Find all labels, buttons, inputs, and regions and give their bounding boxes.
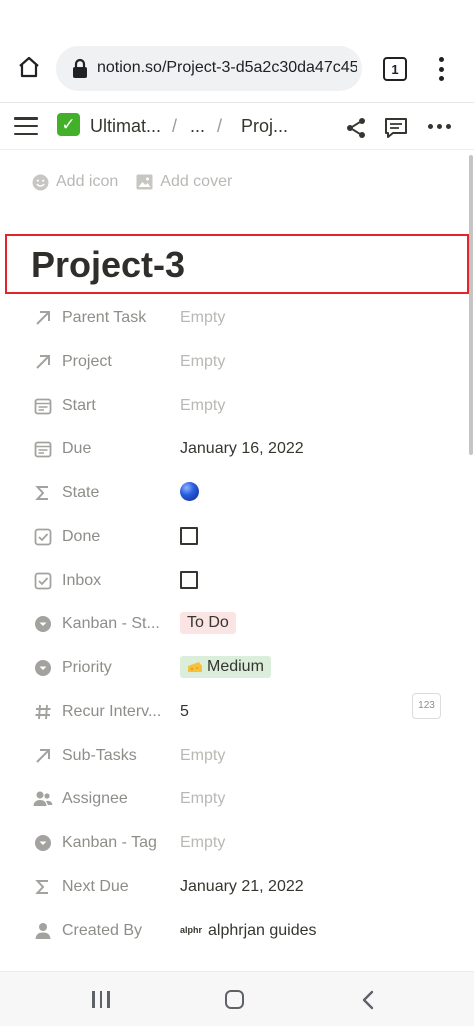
- property-value[interactable]: Empty: [180, 747, 225, 765]
- cheese-icon: [187, 660, 203, 674]
- property-label[interactable]: Due: [62, 440, 164, 458]
- page-content: Add icon Add cover Project-3 Parent Task…: [0, 151, 474, 971]
- more-horiz-icon[interactable]: [428, 124, 451, 129]
- property-label[interactable]: Kanban - St...: [62, 615, 164, 633]
- notion-topbar: ✓ Ultimat... / ... / Proj...: [0, 104, 474, 150]
- property-checkbox[interactable]: [180, 570, 198, 589]
- add-icon-label: Add icon: [56, 173, 119, 190]
- breadcrumb-ellipsis[interactable]: ...: [190, 116, 205, 137]
- more-vert-icon[interactable]: [428, 54, 454, 84]
- property-row[interactable]: Next Due January 21, 2022: [0, 868, 474, 908]
- property-label[interactable]: Next Due: [62, 878, 164, 896]
- number-format-badge[interactable]: 123: [412, 692, 441, 719]
- property-label[interactable]: Done: [62, 528, 164, 546]
- property-label[interactable]: State: [62, 484, 164, 502]
- hash-icon: [33, 702, 53, 722]
- property-row[interactable]: Inbox: [0, 562, 474, 602]
- select-icon: [33, 658, 53, 678]
- property-row[interactable]: Priority Medium: [0, 649, 474, 689]
- sigma-icon: [33, 483, 53, 503]
- lock-icon: [70, 58, 90, 80]
- property-label[interactable]: Start: [62, 397, 164, 415]
- property-value[interactable]: 5: [180, 703, 189, 721]
- creator-logo: alphr: [180, 924, 203, 935]
- sigma-icon: [33, 877, 53, 897]
- breadcrumb-current[interactable]: Proj...: [241, 116, 288, 137]
- property-label[interactable]: Inbox: [62, 572, 164, 590]
- property-row[interactable]: Done: [0, 518, 474, 558]
- property-value[interactable]: January 16, 2022: [180, 440, 304, 458]
- property-value[interactable]: Empty: [180, 309, 225, 327]
- breadcrumb-separator: /: [172, 116, 178, 136]
- arrow-up-right-icon: [33, 352, 53, 372]
- checkbox-icon: [33, 527, 53, 547]
- property-label[interactable]: Priority: [62, 659, 164, 677]
- property-checkbox[interactable]: [180, 526, 198, 545]
- menu-icon[interactable]: [14, 114, 38, 138]
- url-text: notion.so/Project-3-d5a2c30da47c450: [97, 59, 357, 76]
- system-nav-bar: [0, 971, 474, 1026]
- person-icon: [33, 921, 53, 941]
- property-label[interactable]: Recur Interv...: [62, 703, 164, 721]
- back-icon[interactable]: [358, 989, 378, 1011]
- property-row[interactable]: Project Empty: [0, 343, 474, 383]
- add-cover-button[interactable]: Add cover: [136, 173, 232, 191]
- arrow-up-right-icon: [33, 746, 53, 766]
- checkbox-icon: [33, 571, 53, 591]
- property-row[interactable]: Kanban - St... To Do: [0, 605, 474, 645]
- arrow-up-right-icon: [33, 308, 53, 328]
- property-label[interactable]: Project: [62, 353, 164, 371]
- home-icon[interactable]: [14, 52, 44, 82]
- property-row[interactable]: State: [0, 474, 474, 514]
- check-icon: ✓: [57, 113, 80, 136]
- browser-bar: notion.so/Project-3-d5a2c30da47c450 1: [0, 0, 474, 103]
- comment-icon[interactable]: [383, 116, 409, 140]
- tag-label: Medium: [207, 658, 264, 675]
- share-icon[interactable]: [344, 116, 368, 140]
- calendar-icon: [33, 439, 53, 459]
- property-value[interactable]: January 21, 2022: [180, 878, 304, 896]
- tag-label: To Do: [187, 614, 229, 632]
- property-row[interactable]: Recur Interv... 5 123: [0, 692, 474, 733]
- home-nav-icon[interactable]: [225, 990, 244, 1009]
- property-label[interactable]: Parent Task: [62, 309, 164, 327]
- property-value[interactable]: Empty: [180, 353, 225, 371]
- property-label[interactable]: Sub-Tasks: [62, 747, 164, 765]
- property-row[interactable]: Kanban - Tag Empty: [0, 824, 474, 864]
- title-highlight-box: Project-3: [5, 234, 469, 294]
- blue-circle-icon: [180, 482, 199, 501]
- creator-name[interactable]: alphrjan guides: [208, 922, 317, 940]
- breadcrumb-workspace[interactable]: Ultimat...: [90, 116, 161, 137]
- select-icon: [33, 833, 53, 853]
- property-value[interactable]: Empty: [180, 790, 225, 808]
- breadcrumb-separator: /: [217, 116, 223, 136]
- property-row[interactable]: Sub-Tasks Empty: [0, 737, 474, 777]
- add-icon-button[interactable]: Add icon: [32, 173, 118, 191]
- property-row[interactable]: Assignee Empty: [0, 780, 474, 820]
- property-row[interactable]: Created By alphr alphrjan guides: [0, 912, 474, 952]
- property-value[interactable]: Empty: [180, 834, 225, 852]
- priority-tag[interactable]: Medium: [180, 656, 271, 678]
- property-label[interactable]: Assignee: [62, 790, 164, 808]
- page-actions: Add icon Add cover: [32, 173, 232, 191]
- property-row[interactable]: Parent Task Empty: [0, 299, 474, 339]
- page-title[interactable]: Project-3: [31, 244, 185, 286]
- scrollbar[interactable]: [469, 155, 473, 455]
- recent-apps-icon[interactable]: [92, 991, 110, 1008]
- smile-icon: [32, 174, 49, 190]
- status-tag[interactable]: To Do: [180, 612, 236, 635]
- property-label[interactable]: Created By: [62, 922, 164, 940]
- property-row[interactable]: Due January 16, 2022: [0, 430, 474, 470]
- property-row[interactable]: Start Empty: [0, 387, 474, 427]
- add-cover-label: Add cover: [160, 173, 233, 190]
- url-bar[interactable]: notion.so/Project-3-d5a2c30da47c450: [56, 46, 362, 91]
- people-icon: [33, 789, 53, 809]
- select-icon: [33, 614, 53, 634]
- image-icon: [136, 174, 153, 190]
- tabs-icon[interactable]: 1: [383, 57, 407, 81]
- property-label[interactable]: Kanban - Tag: [62, 834, 164, 852]
- property-value[interactable]: Empty: [180, 397, 225, 415]
- calendar-icon: [33, 396, 53, 416]
